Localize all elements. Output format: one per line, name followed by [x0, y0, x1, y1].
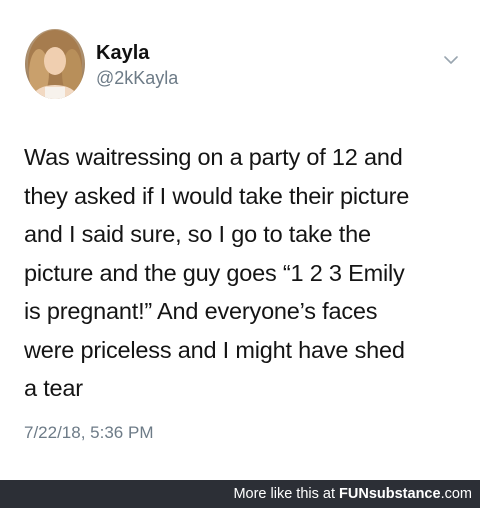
tweet-screenshot: Kayla @2kKayla Was waitressing on a part…: [0, 0, 480, 508]
brand-fun: FUN: [339, 486, 369, 502]
avatar[interactable]: [25, 29, 85, 99]
chevron-down-icon[interactable]: [444, 52, 458, 64]
tweet-text: Was waitressing on a party of 12 and the…: [24, 138, 474, 408]
tweet-text-line: picture and the guy goes “1 2 3 Emily: [24, 259, 405, 286]
brand-substance: substance: [368, 486, 441, 502]
tweet-text-line: Was waitressing on a party of 12 and: [24, 144, 403, 170]
tweet-text-line: and I said sure, so I go to take the: [24, 221, 371, 247]
tweet-text-line: they asked if I would take their picture: [24, 182, 410, 209]
tweet-text-line: were priceless and I might have shed: [24, 336, 405, 363]
author-handle[interactable]: @2kKayla: [96, 68, 178, 89]
footer-link[interactable]: More like this at FUNsubstance.com: [233, 486, 472, 502]
watermark-footer: More like this at FUNsubstance.com: [0, 480, 480, 508]
author-name[interactable]: Kayla: [96, 42, 149, 65]
footer-prefix: More like this at: [233, 486, 340, 502]
tweet-text-line: is pregnant!” And everyone’s faces: [24, 298, 378, 324]
brand-tld: .com: [440, 486, 472, 502]
tweet-timestamp[interactable]: 7/22/18, 5:36 PM: [24, 423, 153, 443]
tweet-text-line: a tear: [24, 375, 83, 401]
